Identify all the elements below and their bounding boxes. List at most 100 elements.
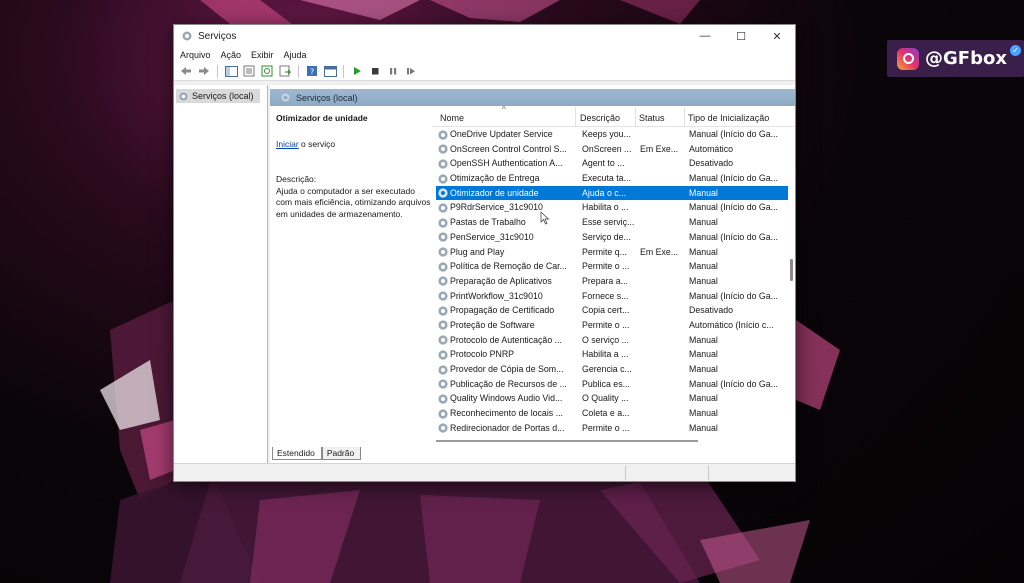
service-row[interactable]: Protocolo PNRP Habilita a ... Manual xyxy=(432,347,795,362)
menu-acao[interactable]: Ação xyxy=(221,50,242,60)
service-row[interactable]: Preparação de Aplicativos Prepara a... Man… xyxy=(432,274,795,289)
service-gear-icon xyxy=(438,408,448,419)
service-row[interactable]: OneDrive Updater Service Keeps you... Manu… xyxy=(432,127,795,142)
start-service-link[interactable]: Iniciar xyxy=(276,139,299,149)
service-gear-icon xyxy=(438,335,448,345)
back-arrow-icon[interactable] xyxy=(178,64,194,79)
service-startup-type: Manual xyxy=(689,334,718,345)
help-icon[interactable]: ? xyxy=(304,64,320,79)
service-row[interactable]: Otimização de Entrega Executa ta... Manual… xyxy=(432,171,795,186)
service-startup-type: Manual (Início do Ga... xyxy=(689,231,778,242)
service-name: P9RdrService_31c9010 xyxy=(450,202,543,213)
service-row[interactable]: Publicação de Recursos de ... Publica es.… xyxy=(432,377,795,392)
service-row[interactable]: Reconhecimento de locais ... Coleta e a..… xyxy=(432,406,795,421)
service-row[interactable]: Redirecionador de Portas d... Permite o .… xyxy=(432,421,795,436)
service-startup-type: Automático xyxy=(689,143,734,154)
service-description: O Quality ... xyxy=(582,393,629,404)
start-service-suffix: o serviço xyxy=(298,138,336,149)
service-status: Em Exe... xyxy=(640,143,679,154)
column-header-status[interactable]: Status xyxy=(639,113,665,123)
service-row[interactable]: Proteção de Software Permite o ... Automát… xyxy=(432,318,795,333)
service-row[interactable]: PenService_31c9010 Serviço de... Manual (I… xyxy=(432,230,795,245)
console-tree: Serviços (local) xyxy=(174,85,268,463)
column-divider[interactable] xyxy=(575,107,576,127)
service-name: OneDrive Updater Service xyxy=(450,129,553,139)
tab-standard[interactable]: Padrão xyxy=(321,447,362,460)
service-description: Gerencia c... xyxy=(582,364,632,374)
services-gear-icon xyxy=(182,31,192,41)
service-gear-icon xyxy=(438,129,448,140)
service-row[interactable]: PrintWorkflow_31c9010 Fornece s... Manual … xyxy=(432,289,795,304)
service-gear-icon xyxy=(438,394,448,404)
view-tabs: Estendido Padrão xyxy=(270,447,362,461)
close-button[interactable]: ✕ xyxy=(759,25,795,47)
export-list-icon[interactable] xyxy=(277,64,293,79)
refresh-icon[interactable] xyxy=(259,64,275,79)
social-handle-badge: @GFbox ✓ xyxy=(887,40,1024,77)
service-gear-icon xyxy=(438,262,448,272)
service-startup-type: Manual (Início do Ga... xyxy=(689,202,778,213)
properties-icon[interactable] xyxy=(241,64,257,79)
service-gear-icon xyxy=(438,232,448,242)
maximize-button[interactable]: ☐ xyxy=(723,25,759,47)
column-header-description[interactable]: Descrição xyxy=(580,113,620,123)
services-gear-icon xyxy=(179,92,188,100)
service-name: Propagação de Certificado xyxy=(450,305,555,316)
console-tree-icon[interactable] xyxy=(223,64,239,79)
column-divider[interactable] xyxy=(635,107,636,127)
service-name: Provedor de Cópia de Som... xyxy=(450,364,564,374)
service-row[interactable]: OnScreen Control Control S... OnScreen ..… xyxy=(432,142,795,157)
service-description: Prepara a... xyxy=(582,275,628,286)
horizontal-scrollbar[interactable] xyxy=(436,440,698,442)
description-pane: Otimizador de unidade Iniciar o serviço … xyxy=(276,113,431,220)
minimize-button[interactable]: — xyxy=(687,25,723,47)
service-startup-type: Manual xyxy=(689,275,718,286)
service-row[interactable]: Otimizador de unidade Ajuda o c... Manual xyxy=(436,185,788,201)
service-gear-icon xyxy=(438,423,448,433)
service-gear-icon xyxy=(438,188,448,198)
view-icon[interactable] xyxy=(322,64,338,79)
stop-service-icon[interactable] xyxy=(367,64,383,79)
column-header-startup-type[interactable]: Tipo de Inicialização xyxy=(688,113,769,123)
service-row[interactable]: OpenSSH Authentication A... Agent to ... D… xyxy=(432,156,795,171)
title-bar[interactable]: Serviços — ☐ ✕ xyxy=(174,25,795,47)
column-divider[interactable] xyxy=(684,107,685,127)
service-name: Otimizador de unidade xyxy=(450,187,539,198)
start-service-icon[interactable] xyxy=(349,64,365,79)
service-description: Agent to ... xyxy=(582,158,625,169)
service-name: Redirecionador de Portas d... xyxy=(450,422,565,433)
restart-service-icon[interactable] xyxy=(403,64,419,79)
tree-item-label: Serviços (local) xyxy=(192,91,254,101)
service-gear-icon xyxy=(438,173,448,184)
service-row[interactable]: Política de Remoção de Car... Permite o .… xyxy=(432,259,795,274)
service-gear-icon xyxy=(438,350,448,360)
service-row[interactable]: Quality Windows Audio Vid... O Quality ..… xyxy=(432,391,795,406)
service-startup-type: Manual xyxy=(689,261,718,272)
description-label: Descrição: xyxy=(276,174,317,184)
column-header-name[interactable]: Nome xyxy=(440,113,464,123)
service-row[interactable]: Provedor de Cópia de Som... Gerencia c...… xyxy=(432,362,795,377)
scrollbar-thumb[interactable] xyxy=(790,259,793,281)
service-row[interactable]: Protocolo de Autenticação ... O serviço .… xyxy=(432,333,795,348)
service-row[interactable]: Propagação de Certificado Copia cert... De… xyxy=(432,303,795,318)
forward-arrow-icon[interactable] xyxy=(196,64,212,79)
service-description: Keeps you... xyxy=(582,129,631,139)
tab-extended[interactable]: Estendido xyxy=(272,447,322,460)
menu-ajuda[interactable]: Ajuda xyxy=(284,50,307,60)
service-row[interactable]: Plug and Play Permite q... Em Exe... Manual xyxy=(432,245,795,260)
services-list: ^ Nome Descrição Status Tipo de Iniciali… xyxy=(432,105,795,443)
vertical-scrollbar[interactable] xyxy=(790,131,793,431)
service-name: Protocolo PNRP xyxy=(450,349,515,360)
svg-text:?: ? xyxy=(310,68,314,77)
menu-arquivo[interactable]: Arquivo xyxy=(180,50,211,60)
service-row[interactable]: Pastas de Trabalho Esse serviç... Manual xyxy=(432,215,795,230)
pause-service-icon[interactable] xyxy=(385,64,401,79)
service-name: Publicação de Recursos de ... xyxy=(450,378,567,389)
services-window: Serviços — ☐ ✕ Arquivo Ação Exibir Ajuda… xyxy=(173,24,796,482)
menu-exibir[interactable]: Exibir xyxy=(251,50,274,60)
tree-item-services-local[interactable]: Serviços (local) xyxy=(176,89,260,103)
window-title: Serviços xyxy=(198,30,237,42)
service-row[interactable]: P9RdrService_31c9010 Habilita o ... Manual… xyxy=(432,200,795,215)
service-description: Permite q... xyxy=(582,246,627,257)
service-startup-type: Automático (Início c... xyxy=(689,319,774,330)
